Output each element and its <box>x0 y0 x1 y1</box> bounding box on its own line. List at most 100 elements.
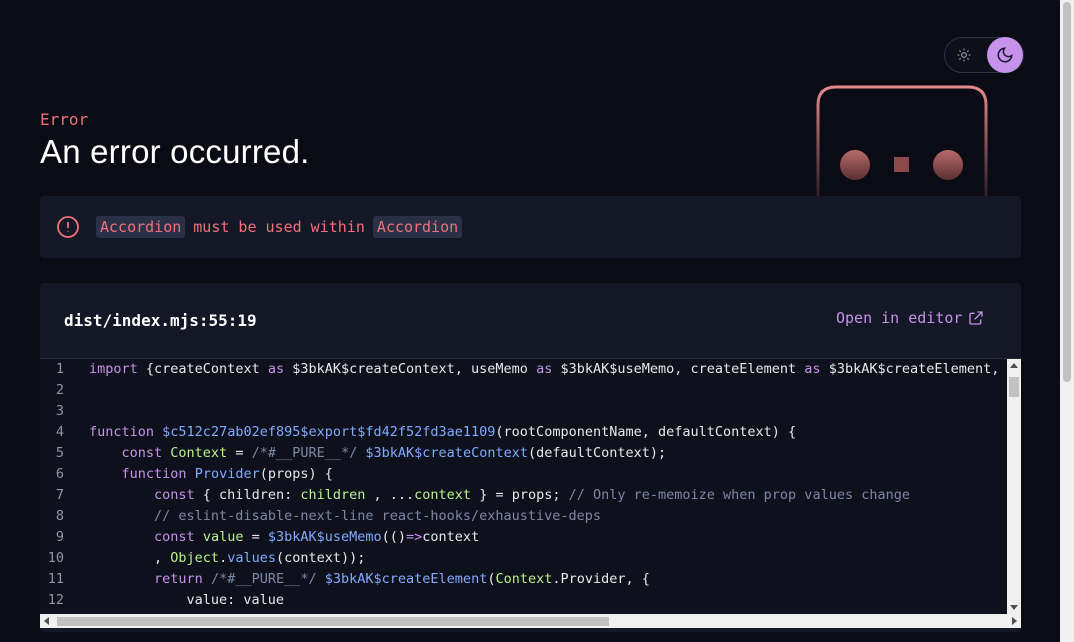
keyword: const <box>154 487 195 503</box>
code-text: { children: <box>194 487 301 503</box>
dark-mode-button[interactable] <box>987 37 1023 73</box>
file-location: dist/index.mjs:55:19 <box>64 311 257 330</box>
keyword: as <box>267 361 285 377</box>
line-number: 6 <box>55 466 64 482</box>
line-number: 3 <box>55 403 64 419</box>
code-line: 2 <box>40 380 1007 401</box>
open-in-editor-label: Open in editor <box>836 309 963 327</box>
code-frame-header: dist/index.mjs:55:19 Open in editor <box>40 283 1021 359</box>
line-number: 2 <box>55 382 64 398</box>
variable: children <box>300 487 366 503</box>
code-horizontal-scrollbar[interactable] <box>40 614 1021 628</box>
code-text: = <box>243 529 268 545</box>
code-text: (rootComponentName, defaultContext) { <box>495 424 797 440</box>
code-text: {createContext <box>137 361 268 377</box>
function-name: values <box>227 550 276 566</box>
operator: => <box>406 529 423 545</box>
parent-component-name: Accordion <box>372 216 463 238</box>
line-number: 1 <box>55 361 64 377</box>
function-name: $3bkAK$useMemo <box>267 529 382 545</box>
keyword: function <box>89 424 155 440</box>
code-text: . <box>219 550 228 566</box>
code-text: (props) { <box>259 466 333 482</box>
code-text: , ... <box>365 487 415 503</box>
error-robot-illustration <box>816 85 988 197</box>
comment: /*#__PURE__*/ <box>210 571 317 587</box>
function-name: Provider <box>194 466 260 482</box>
error-label: Error <box>40 110 89 129</box>
variable: context <box>414 487 472 503</box>
line-number: 8 <box>55 508 64 524</box>
scroll-right-arrow-icon[interactable] <box>1012 617 1017 625</box>
open-in-editor-link[interactable]: Open in editor <box>836 309 984 327</box>
sun-icon[interactable] <box>957 48 971 62</box>
keyword: const <box>154 529 195 545</box>
code-line: 11 return /*#__PURE__*/ $3bkAK$createEle… <box>40 569 1007 590</box>
variable: Context <box>170 445 228 461</box>
line-number: 4 <box>55 424 64 440</box>
comment: /*#__PURE__*/ <box>251 445 358 461</box>
code-line: 1 import {createContext as $3bkAK$createC… <box>40 359 1007 380</box>
keyword: import <box>89 361 138 377</box>
error-message-box: Accordion must be used within Accordion <box>40 196 1021 258</box>
code-line: 3 <box>40 401 1007 422</box>
function-name: $3bkAK$createContext <box>365 445 528 461</box>
code-line: 4 function $c512c27ab02ef895$export$fd42f… <box>40 422 1007 443</box>
scroll-down-arrow-icon[interactable] <box>1010 605 1018 610</box>
page-scrollbar[interactable] <box>1060 0 1074 642</box>
variable: Object <box>170 550 220 566</box>
variable: Context <box>495 571 553 587</box>
line-number: 9 <box>55 529 64 545</box>
page-scrollbar-thumb[interactable] <box>1063 2 1071 382</box>
function-name: $c512c27ab02ef895$export$fd42f52fd3ae110… <box>162 424 496 440</box>
code-line: 9 const value = $3bkAK$useMemo(()=>conte… <box>40 527 1007 548</box>
code-text: context <box>422 529 480 545</box>
code-line: 7 const { children: children , ...contex… <box>40 485 1007 506</box>
keyword: as <box>536 361 553 377</box>
code-text: } = props; <box>471 487 569 503</box>
scroll-left-arrow-icon[interactable] <box>44 617 49 625</box>
line-number: 5 <box>55 445 64 461</box>
keyword: const <box>121 445 163 461</box>
code-line: 12 value: value <box>40 590 1007 611</box>
code-text: = <box>227 445 252 461</box>
line-number: 7 <box>55 487 64 503</box>
code-line: 5 const Context = /*#__PURE__*/ $3bkAK$c… <box>40 443 1007 464</box>
comment: // eslint-disable-next-line react-hooks/… <box>154 508 602 524</box>
keyword: return <box>154 571 203 587</box>
code-text: value: value <box>89 592 285 608</box>
line-number: 10 <box>47 550 64 566</box>
external-link-icon <box>969 311 984 325</box>
theme-toggle[interactable] <box>944 37 1024 73</box>
scrollbar-thumb[interactable] <box>57 617 609 626</box>
moon-icon <box>997 47 1013 63</box>
scrollbar-thumb[interactable] <box>1009 377 1019 397</box>
code-text: $3bkAK$createElement, <box>820 361 1000 377</box>
line-number: 12 <box>47 592 64 608</box>
scroll-up-arrow-icon[interactable] <box>1010 363 1018 368</box>
variable: value <box>202 529 244 545</box>
code-line: 8 // eslint-disable-next-line react-hook… <box>40 506 1007 527</box>
code-text: (() <box>381 529 407 545</box>
line-number: 11 <box>47 571 64 587</box>
code-vertical-scrollbar[interactable] <box>1007 359 1021 614</box>
code-frame-panel: dist/index.mjs:55:19 Open in editor 1 imp… <box>40 283 1021 632</box>
message-middle-text: must be used within <box>193 218 365 236</box>
code-text: (defaultContext); <box>527 445 667 461</box>
page-title: An error occurred. <box>40 133 310 170</box>
code-text: (context)); <box>275 550 366 566</box>
code-view[interactable]: 1 import {createContext as $3bkAK$createC… <box>40 359 1007 617</box>
alert-circle-icon <box>57 216 79 238</box>
code-text: .Provider, { <box>552 571 650 587</box>
code-line: 10 , Object.values(context)); <box>40 548 1007 569</box>
code-text: $3bkAK$createContext, useMemo <box>284 361 537 377</box>
